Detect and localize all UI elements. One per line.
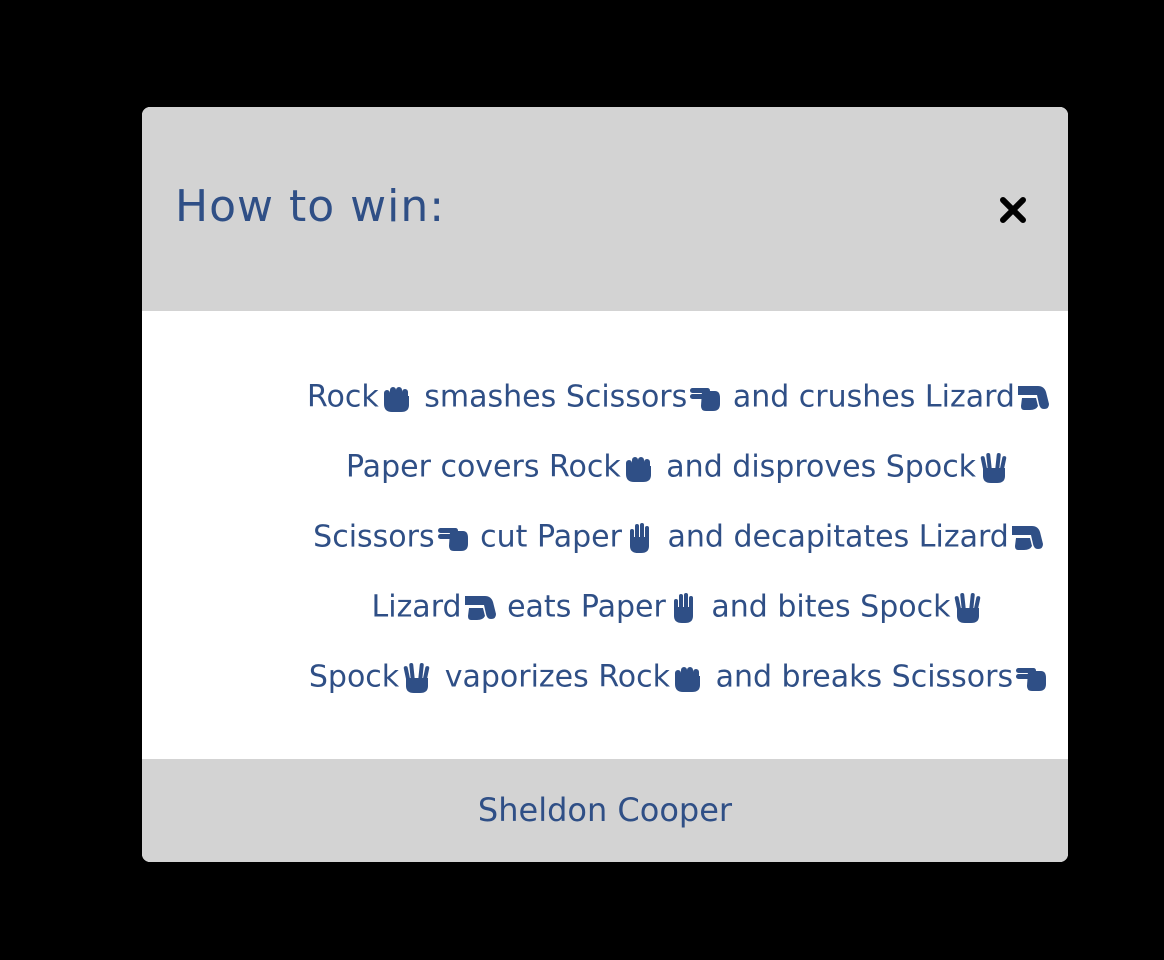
footer-credit: Sheldon Cooper: [477, 791, 733, 829]
rule-subject: Paper: [345, 449, 431, 485]
rule-item: Scissors cut Paper and decapitates Lizar…: [142, 509, 1068, 579]
rule-verb: and decapitates: [667, 519, 910, 555]
rule-item: Lizard eats Paper and bites Spock: [142, 579, 1068, 649]
rule-item: Paper covers Rock and disproves Spock: [142, 439, 1068, 509]
rule-subject: Lizard: [371, 589, 462, 625]
rule-subject: Rock: [307, 379, 379, 415]
lizard-hand-icon: [1016, 382, 1050, 414]
close-icon: [994, 191, 1032, 229]
rule-subject: Scissors: [313, 519, 435, 555]
scissors-hand-icon: [688, 382, 722, 414]
how-to-win-modal: How to win: Rock smashes Scissors and cr…: [142, 107, 1068, 862]
rule-object: Scissors: [891, 659, 1014, 695]
rule-verb: smashes: [424, 379, 557, 415]
rule-verb: and breaks: [715, 659, 883, 695]
rule-verb: cut: [480, 519, 528, 555]
rule-object: Lizard: [918, 519, 1009, 555]
close-button[interactable]: [994, 191, 1032, 229]
rule-object: Lizard: [924, 379, 1015, 415]
modal-body: Rock smashes Scissors and crushes Lizard…: [142, 311, 1068, 759]
rock-hand-icon: [380, 382, 414, 414]
rule-subject: Spock: [308, 659, 400, 695]
rule-verb: and crushes: [732, 379, 916, 415]
rule-object: Paper: [580, 589, 666, 625]
rule-object: Scissors: [565, 379, 688, 415]
paper-hand-icon: [623, 522, 657, 554]
rule-verb: and bites: [711, 589, 851, 625]
spock-hand-icon: [400, 662, 434, 694]
modal-title: How to win:: [175, 181, 446, 232]
rule-item: Rock smashes Scissors and crushes Lizard: [142, 369, 1068, 439]
rule-verb: and disproves: [666, 449, 877, 485]
scissors-hand-icon: [436, 522, 470, 554]
rules-list: Rock smashes Scissors and crushes Lizard…: [142, 369, 1068, 719]
spock-hand-icon: [951, 592, 985, 624]
scissors-hand-icon: [1014, 662, 1048, 694]
spock-hand-icon: [977, 452, 1011, 484]
lizard-hand-icon: [1010, 522, 1044, 554]
rock-hand-icon: [622, 452, 656, 484]
lizard-hand-icon: [463, 592, 497, 624]
rule-object: Spock: [860, 589, 951, 625]
rule-object: Spock: [885, 449, 977, 485]
modal-footer: Sheldon Cooper: [142, 759, 1068, 862]
rule-object: Rock: [549, 449, 621, 485]
rule-verb: covers: [440, 449, 540, 485]
rule-item: Spock vaporizes Rock and breaks Scissors: [142, 649, 1068, 719]
rule-object: Paper: [537, 519, 622, 555]
rule-verb: vaporizes: [444, 659, 589, 695]
paper-hand-icon: [667, 592, 701, 624]
modal-header: How to win:: [142, 107, 1068, 311]
rule-verb: eats: [507, 589, 572, 625]
rock-hand-icon: [671, 662, 705, 694]
rule-object: Rock: [598, 659, 671, 695]
